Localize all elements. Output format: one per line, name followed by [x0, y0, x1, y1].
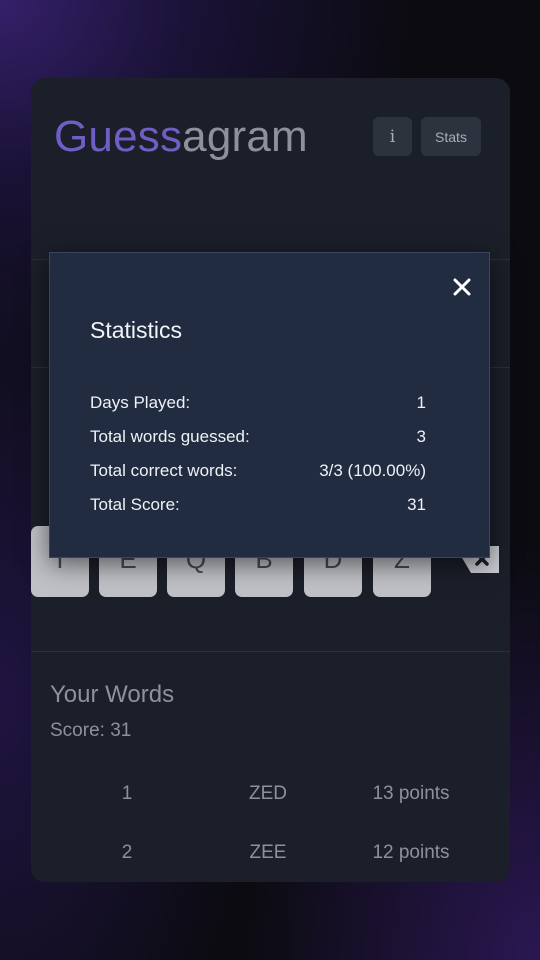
close-icon[interactable]	[450, 275, 474, 299]
word-row: 1 ZED 13 points	[31, 783, 510, 813]
app-title: Guessagram	[54, 112, 308, 162]
word-row: 2 ZEE 12 points	[31, 842, 510, 872]
word-row-number: 2	[121, 842, 133, 863]
stat-label: Total Score:	[90, 495, 180, 514]
stat-label: Days Played:	[90, 393, 191, 412]
stat-row: Total Score: 31	[90, 495, 426, 517]
word-row-word: ZED	[249, 783, 287, 804]
stat-value: 3	[416, 427, 426, 446]
modal-title: Statistics	[90, 317, 183, 343]
stat-value: 1	[416, 393, 426, 412]
word-row-number: 1	[121, 783, 133, 804]
stat-row: Total words guessed: 3	[90, 427, 426, 449]
divider	[31, 651, 510, 652]
stat-row: Days Played: 1	[90, 393, 426, 415]
info-button[interactable]: i	[373, 117, 412, 156]
title-rest: agram	[182, 112, 308, 161]
word-row-points: 12 points	[372, 842, 450, 863]
stats-button[interactable]: Stats	[421, 117, 481, 156]
stat-label: Total correct words:	[90, 461, 238, 480]
statistics-modal: Statistics Days Played: 1 Total words gu…	[49, 252, 490, 558]
stat-value: 3/3 (100.00%)	[319, 461, 426, 480]
stat-value: 31	[407, 495, 426, 514]
title-accent: Guess	[54, 112, 183, 161]
word-row-points: 13 points	[372, 783, 450, 804]
your-words-title: Your Words	[50, 681, 175, 708]
stat-label: Total words guessed:	[90, 427, 250, 446]
word-row-word: ZEE	[249, 842, 287, 863]
your-words-score: Score: 31	[50, 720, 132, 741]
stat-row: Total correct words: 3/3 (100.00%)	[90, 461, 426, 483]
